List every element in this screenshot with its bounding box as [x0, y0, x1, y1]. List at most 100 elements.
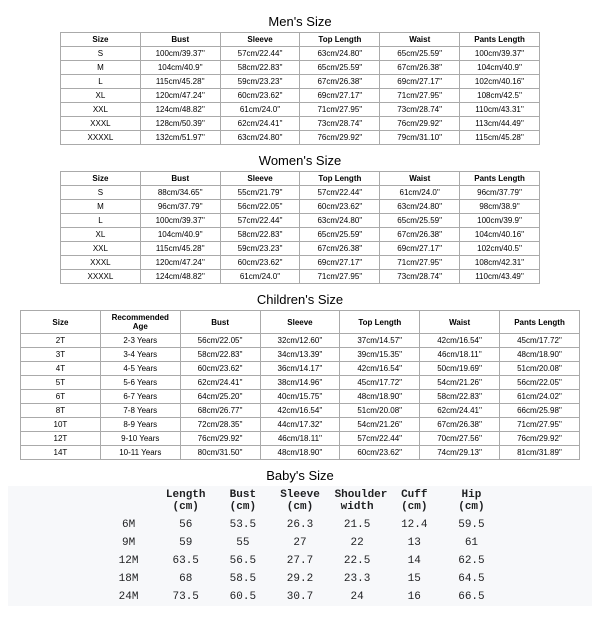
- cell: 21.5: [329, 516, 386, 534]
- cell: 44cm/17.32'': [260, 418, 340, 432]
- cell: 42cm/16.54'': [340, 362, 420, 376]
- cell: 63cm/24.80'': [300, 47, 380, 61]
- table-row: M96cm/37.79''56cm/22.05''60cm/23.62''63c…: [61, 200, 540, 214]
- cell: 3T: [21, 348, 101, 362]
- cell: 73cm/28.74'': [300, 117, 380, 131]
- cell: 6M: [100, 516, 157, 534]
- cell: 102cm/40.16'': [460, 75, 540, 89]
- cell: 32cm/12.60'': [260, 334, 340, 348]
- cell: 63cm/24.80'': [300, 214, 380, 228]
- table-row: 24M73.560.530.7241666.5: [100, 588, 500, 606]
- cell: S: [61, 47, 141, 61]
- cell: 62cm/24.41'': [420, 404, 500, 418]
- cell: 22.5: [329, 552, 386, 570]
- col-header: Waist: [420, 311, 500, 334]
- cell: 51cm/20.08'': [340, 404, 420, 418]
- table-row: L115cm/45.28''59cm/23.23''67cm/26.38''69…: [61, 75, 540, 89]
- col-header: Sleeve (cm): [271, 486, 328, 516]
- col-header: Sleeve: [220, 33, 300, 47]
- cell: 76cm/29.92'': [380, 117, 460, 131]
- table-row: S100cm/39.37''57cm/22.44''63cm/24.80''65…: [61, 47, 540, 61]
- col-header: Top Length: [300, 172, 380, 186]
- col-header: Bust: [140, 33, 220, 47]
- cell: 51cm/20.08'': [500, 362, 580, 376]
- table-row: 6T6-7 Years64cm/25.20''40cm/15.75''48cm/…: [21, 390, 580, 404]
- cell: 65cm/25.59'': [300, 228, 380, 242]
- cell: 60cm/23.62'': [220, 89, 300, 103]
- cell: 12.4: [386, 516, 443, 534]
- cell: 113cm/44.49'': [460, 117, 540, 131]
- cell: 4-5 Years: [100, 362, 180, 376]
- cell: 60.5: [214, 588, 271, 606]
- cell: 59cm/23.23'': [220, 75, 300, 89]
- table-row: 6M5653.526.321.512.459.5: [100, 516, 500, 534]
- cell: 58cm/22.83'': [220, 61, 300, 75]
- table-row: M104cm/40.9''58cm/22.83''65cm/25.59''67c…: [61, 61, 540, 75]
- cell: 96cm/37.79'': [460, 186, 540, 200]
- cell: 57cm/22.44'': [300, 186, 380, 200]
- col-header: Sleeve: [220, 172, 300, 186]
- table-row: XL104cm/40.9''58cm/22.83''65cm/25.59''67…: [61, 228, 540, 242]
- table-row: XL120cm/47.24''60cm/23.62''69cm/27.17''7…: [61, 89, 540, 103]
- cell: 58.5: [214, 570, 271, 588]
- col-header: Size: [61, 33, 141, 47]
- cell: 70cm/27.56'': [420, 432, 500, 446]
- cell: 79cm/31.10'': [380, 131, 460, 145]
- table-row: XXXXL132cm/51.97''63cm/24.80''76cm/29.92…: [61, 131, 540, 145]
- cell: 62cm/24.41'': [180, 376, 260, 390]
- cell: 2-3 Years: [100, 334, 180, 348]
- cell: 80cm/31.50'': [180, 446, 260, 460]
- cell: 115cm/45.28'': [140, 75, 220, 89]
- cell: 48cm/18.90'': [260, 446, 340, 460]
- cell: 110cm/43.49'': [460, 270, 540, 284]
- cell: 71cm/27.95'': [300, 103, 380, 117]
- cell: 8-9 Years: [100, 418, 180, 432]
- cell: 76cm/29.92'': [180, 432, 260, 446]
- table-row: 8T7-8 Years68cm/26.77''42cm/16.54''51cm/…: [21, 404, 580, 418]
- cell: 120cm/47.24'': [140, 256, 220, 270]
- cell: 124cm/48.82'': [140, 270, 220, 284]
- babys-title: Baby's Size: [8, 468, 592, 483]
- mens-table: SizeBustSleeveTop LengthWaistPants Lengt…: [60, 32, 540, 145]
- cell: 34cm/13.39'': [260, 348, 340, 362]
- cell: 8T: [21, 404, 101, 418]
- cell: 65cm/25.59'': [380, 214, 460, 228]
- cell: 58cm/22.83'': [420, 390, 500, 404]
- cell: 73cm/28.74'': [380, 103, 460, 117]
- table-row: 4T4-5 Years60cm/23.62''36cm/14.17''42cm/…: [21, 362, 580, 376]
- cell: 2T: [21, 334, 101, 348]
- col-header: Bust: [180, 311, 260, 334]
- cell: 100cm/39.37'': [140, 47, 220, 61]
- cell: 48cm/18.90'': [500, 348, 580, 362]
- cell: 56: [157, 516, 214, 534]
- cell: 24M: [100, 588, 157, 606]
- cell: 115cm/45.28'': [140, 242, 220, 256]
- cell: 67cm/26.38'': [380, 61, 460, 75]
- table-row: 3T3-4 Years58cm/22.83''34cm/13.39''39cm/…: [21, 348, 580, 362]
- cell: 54cm/21.26'': [340, 418, 420, 432]
- table-row: L100cm/39.37''57cm/22.44''63cm/24.80''65…: [61, 214, 540, 228]
- cell: 67cm/26.38'': [300, 242, 380, 256]
- cell: XL: [61, 89, 141, 103]
- cell: 22: [329, 534, 386, 552]
- table-row: 2T2-3 Years56cm/22.05''32cm/12.60''37cm/…: [21, 334, 580, 348]
- cell: XXXXL: [61, 270, 141, 284]
- cell: 69cm/27.17'': [300, 89, 380, 103]
- col-header: Length (cm): [157, 486, 214, 516]
- cell: 27: [271, 534, 328, 552]
- cell: 67cm/26.38'': [380, 228, 460, 242]
- col-header: Pants Length: [460, 33, 540, 47]
- cell: 61cm/24.02'': [500, 390, 580, 404]
- col-header: Waist: [380, 33, 460, 47]
- cell: 59: [157, 534, 214, 552]
- cell: 61cm/24.0'': [380, 186, 460, 200]
- table-row: 18M6858.529.223.31564.5: [100, 570, 500, 588]
- cell: 13: [386, 534, 443, 552]
- cell: 5-6 Years: [100, 376, 180, 390]
- cell: 5T: [21, 376, 101, 390]
- col-header: Sleeve: [260, 311, 340, 334]
- cell: 16: [386, 588, 443, 606]
- cell: 71cm/27.95'': [300, 270, 380, 284]
- cell: 56cm/22.05'': [180, 334, 260, 348]
- mens-title: Men's Size: [8, 14, 592, 29]
